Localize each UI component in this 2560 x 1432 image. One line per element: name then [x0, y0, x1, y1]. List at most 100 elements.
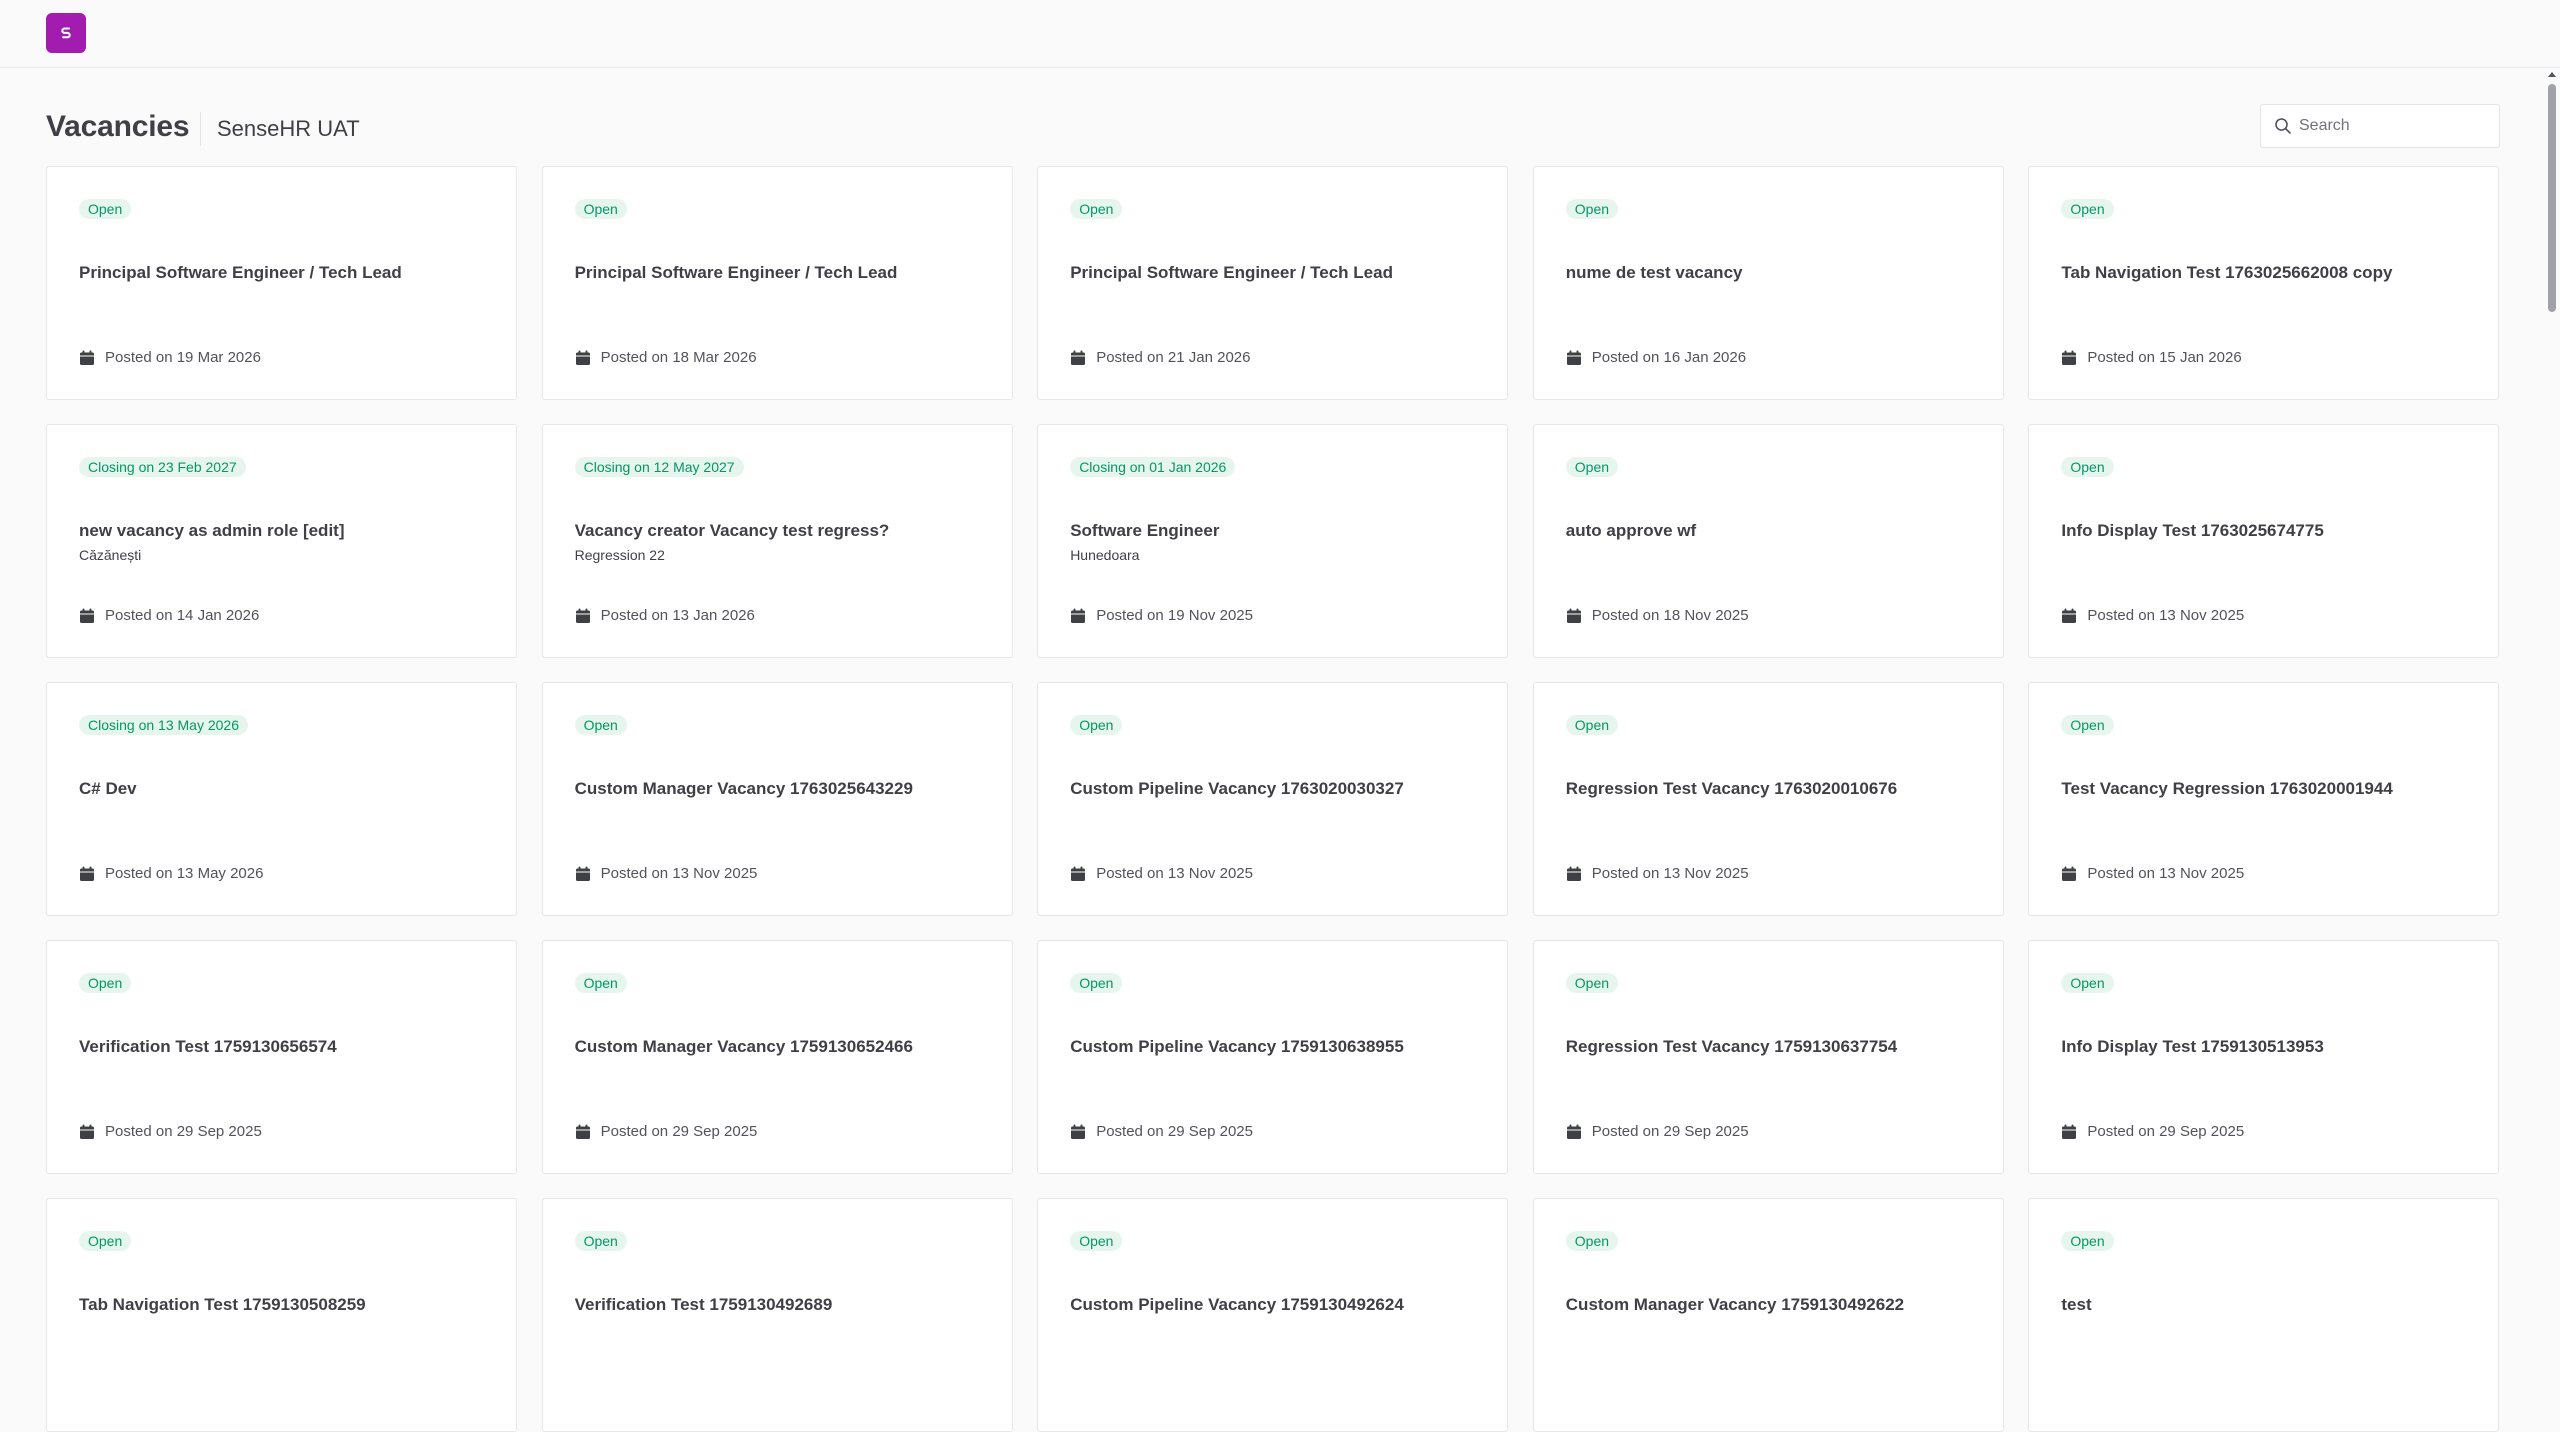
posted-date: Posted on 18 Mar 2026 [575, 349, 757, 366]
vacancy-title: Vacancy creator Vacancy test regress? [574, 521, 890, 540]
vacancy-title: Regression Test Vacancy 1759130637754 [1565, 1037, 1898, 1056]
vacancy-title: Verification Test 1759130656574 [79, 1037, 337, 1056]
posted-date-text: Posted on 18 Mar 2026 [600, 349, 757, 366]
status-badge: Open [1565, 1231, 1619, 1251]
calendar-icon [79, 350, 95, 366]
vacancy-card[interactable]: Open Regression Test Vacancy 176302001067… [1532, 682, 2004, 916]
vacancy-card[interactable]: Open Custom Pipeline Vacancy 175913063895… [1037, 940, 1509, 1174]
posted-date: Posted on 13 Nov 2025 [1070, 865, 1253, 882]
vacancy-card[interactable]: Open test [2028, 1198, 2500, 1432]
status-badge: Closing on 01 Jan 2026 [1070, 457, 1236, 477]
status-badge: Open [2061, 715, 2114, 735]
calendar-icon [2061, 350, 2077, 366]
status-badge: Open [574, 973, 627, 993]
calendar-icon [575, 608, 591, 624]
vacancy-card[interactable]: Open Test Vacancy Regression 176302000194… [2028, 682, 2500, 916]
posted-date: Posted on 29 Sep 2025 [79, 1123, 262, 1140]
vacancy-title: Tab Navigation Test 1759130508259 [79, 1295, 366, 1314]
vacancy-title: Custom Pipeline Vacancy 1763020030327 [1070, 779, 1404, 798]
posted-date: Posted on 21 Jan 2026 [1070, 349, 1250, 366]
calendar-icon [79, 1124, 95, 1140]
status-badge: Open [1565, 715, 1619, 735]
posted-date-text: Posted on 13 Nov 2025 [2087, 607, 2245, 624]
calendar-icon [79, 866, 95, 882]
vacancy-title: new vacancy as admin role [edit] [79, 521, 345, 540]
calendar-icon [1070, 350, 1086, 366]
posted-date: Posted on 29 Sep 2025 [1566, 1123, 1749, 1140]
posted-date-text: Posted on 13 Nov 2025 [1096, 865, 1253, 882]
vacancy-card[interactable]: Open auto approve wf Posted on 18 Nov 2025 [1532, 424, 2004, 658]
vacancy-location: Căzănești [79, 547, 142, 563]
vacancy-card[interactable]: Closing on 23 Feb 2027 new vacancy as adm… [46, 424, 517, 658]
posted-date: Posted on 29 Sep 2025 [575, 1123, 757, 1140]
vacancy-card[interactable]: Open Info Display Test 1759130513953 Poste… [2028, 940, 2500, 1174]
vacancy-title: Custom Pipeline Vacancy 1759130492624 [1070, 1295, 1404, 1314]
calendar-icon [1566, 350, 1582, 366]
vacancy-title: Regression Test Vacancy 1763020010676 [1565, 779, 1898, 798]
posted-date: Posted on 13 Jan 2026 [575, 607, 755, 624]
vacancy-card[interactable]: Closing on 12 May 2027 Vacancy creator Va… [541, 424, 1013, 658]
posted-date-text: Posted on 19 Mar 2026 [105, 349, 261, 366]
calendar-icon [1566, 866, 1582, 882]
vacancy-card[interactable]: Open Principal Software Engineer / Tech L… [46, 166, 517, 400]
search-box[interactable] [2260, 104, 2500, 148]
posted-date-text: Posted on 29 Sep 2025 [1591, 1123, 1749, 1140]
status-badge: Open [1070, 199, 1123, 219]
scrollbar-thumb[interactable] [2548, 84, 2556, 312]
vacancy-card[interactable]: Closing on 01 Jan 2026 Software Engineer H… [1037, 424, 1509, 658]
vacancy-card[interactable]: Open Info Display Test 1763025674775 Poste… [2028, 424, 2500, 658]
posted-date: Posted on 13 Nov 2025 [575, 865, 757, 882]
status-badge: Open [79, 1231, 132, 1251]
posted-date: Posted on 29 Sep 2025 [2061, 1123, 2244, 1140]
vacancy-card[interactable]: Open Verification Test 1759130492689 [541, 1198, 1013, 1432]
calendar-icon [2061, 866, 2077, 882]
top-bar [0, 0, 2560, 68]
app-logo[interactable] [46, 13, 86, 53]
posted-date-text: Posted on 13 Jan 2026 [600, 607, 755, 624]
scroll-up-arrow-icon[interactable] [2548, 70, 2556, 78]
vacancy-card[interactable]: Open Tab Navigation Test 1759130508259 [46, 1198, 517, 1432]
logo-s-icon [61, 27, 71, 39]
vacancy-card[interactable]: Open Custom Manager Vacancy 1759130652466… [541, 940, 1013, 1174]
vacancy-title: Info Display Test 1763025674775 [2061, 521, 2324, 540]
vacancy-location: Hunedoara [1070, 547, 1140, 563]
vacancy-title: Custom Pipeline Vacancy 1759130638955 [1070, 1037, 1404, 1056]
vacancy-location: Regression 22 [574, 547, 665, 563]
vacancy-card[interactable]: Closing on 13 May 2026 C# Dev Posted on 13… [46, 682, 517, 916]
page-scrollbar[interactable] [2544, 68, 2560, 1305]
vacancy-card[interactable]: Open Tab Navigation Test 1763025662008 co… [2028, 166, 2500, 400]
vacancy-title: Principal Software Engineer / Tech Lead [574, 263, 898, 282]
vacancy-card[interactable]: Open Custom Manager Vacancy 1763025643229… [541, 682, 1013, 916]
vacancy-title: Software Engineer [1070, 521, 1220, 540]
search-input[interactable] [2299, 115, 2489, 137]
page-header: Vacancies SenseHR UAT [46, 104, 2500, 154]
vacancy-card[interactable]: Open nume de test vacancy Posted on 16 Jan… [1532, 166, 2004, 400]
posted-date: Posted on 19 Mar 2026 [79, 349, 261, 366]
page-title: Vacancies [46, 110, 190, 143]
calendar-icon [1070, 608, 1086, 624]
vacancy-title: Principal Software Engineer / Tech Lead [79, 263, 402, 282]
vacancy-title: nume de test vacancy [1565, 263, 1743, 282]
vacancy-card[interactable]: Open Verification Test 1759130656574 Poste… [46, 940, 517, 1174]
status-badge: Open [2061, 1231, 2114, 1251]
status-badge: Open [2061, 199, 2114, 219]
status-badge: Open [1070, 715, 1123, 735]
vacancy-title: C# Dev [79, 779, 137, 798]
vacancy-card[interactable]: Open Regression Test Vacancy 175913063775… [1532, 940, 2004, 1174]
vacancy-title: Custom Manager Vacancy 1763025643229 [574, 779, 913, 798]
vacancy-card[interactable]: Open Custom Pipeline Vacancy 175913049262… [1037, 1198, 1509, 1432]
calendar-icon [575, 350, 591, 366]
status-badge: Closing on 13 May 2026 [79, 715, 248, 735]
vacancy-card[interactable]: Open Custom Pipeline Vacancy 176302003032… [1037, 682, 1509, 916]
posted-date: Posted on 15 Jan 2026 [2061, 349, 2242, 366]
status-badge: Closing on 23 Feb 2027 [79, 457, 246, 477]
status-badge: Closing on 12 May 2027 [574, 457, 744, 477]
posted-date-text: Posted on 29 Sep 2025 [1096, 1123, 1253, 1140]
posted-date-text: Posted on 29 Sep 2025 [2087, 1123, 2245, 1140]
status-badge: Open [574, 715, 627, 735]
posted-date: Posted on 16 Jan 2026 [1566, 349, 1746, 366]
vacancy-card[interactable]: Open Custom Manager Vacancy 1759130492622 [1532, 1198, 2004, 1432]
vacancy-title: Principal Software Engineer / Tech Lead [1070, 263, 1393, 282]
vacancy-card[interactable]: Open Principal Software Engineer / Tech L… [541, 166, 1013, 400]
vacancy-card[interactable]: Open Principal Software Engineer / Tech L… [1037, 166, 1509, 400]
